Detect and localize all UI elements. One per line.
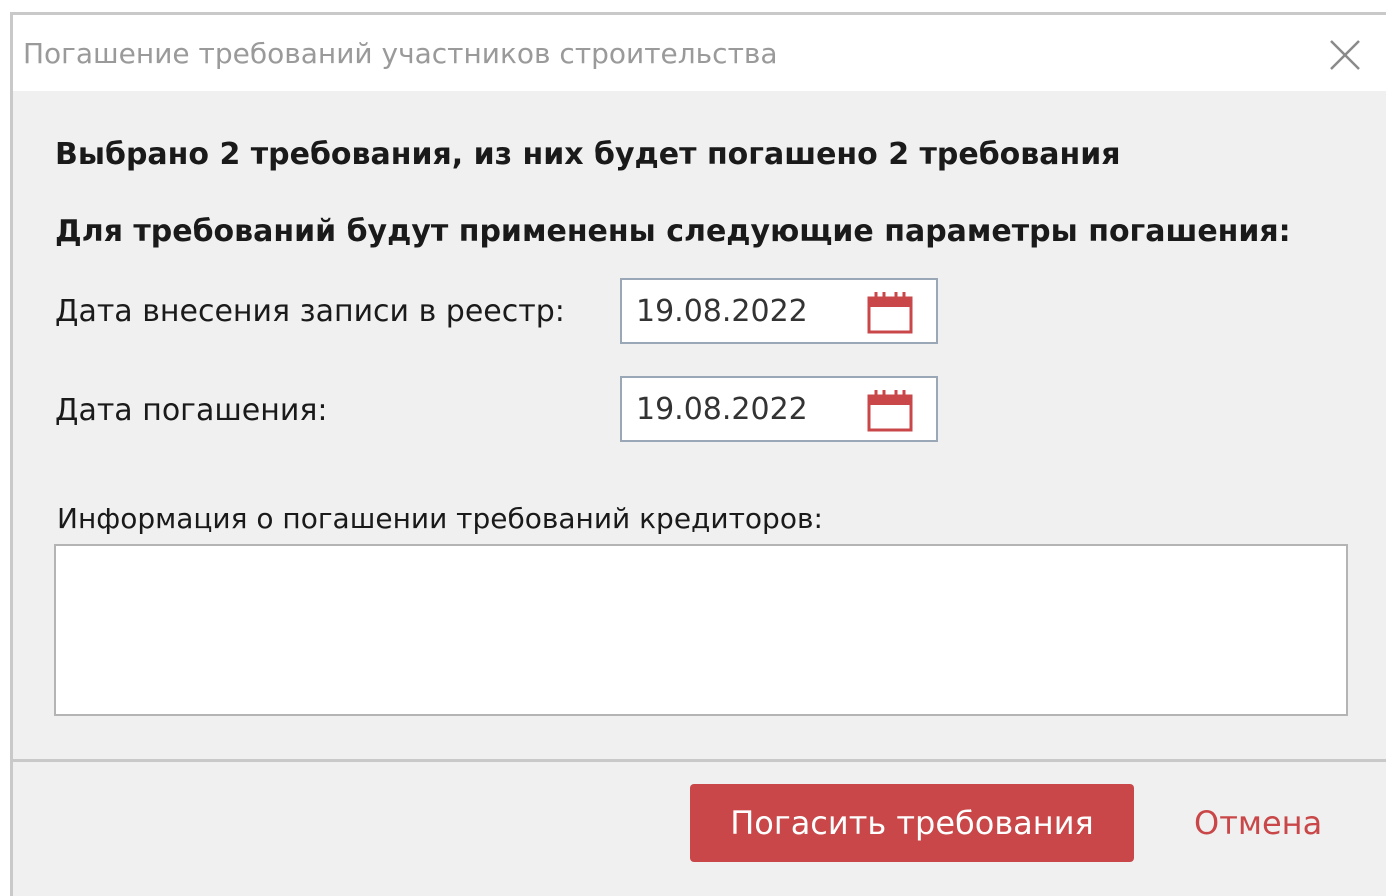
dialog-title: Погашение требований участников строител… bbox=[23, 37, 778, 70]
repayment-date-label: Дата погашения: bbox=[55, 393, 328, 428]
footer-divider bbox=[13, 759, 1386, 762]
selected-summary: Выбрано 2 требования, из них будет погаш… bbox=[55, 137, 1121, 172]
registry-date-label: Дата внесения записи в реестр: bbox=[55, 294, 565, 329]
info-label: Информация о погашении требований кредит… bbox=[57, 502, 823, 535]
params-heading: Для требований будут применены следующие… bbox=[55, 214, 1291, 249]
repay-claims-button[interactable]: Погасить требования bbox=[690, 784, 1134, 862]
calendar-icon[interactable] bbox=[866, 289, 914, 335]
cancel-button[interactable]: Отмена bbox=[1194, 804, 1322, 842]
registry-date-value: 19.08.2022 bbox=[636, 294, 808, 329]
repayment-date-field[interactable]: 19.08.2022 bbox=[620, 376, 938, 442]
repayment-dialog: Погашение требований участников строител… bbox=[10, 12, 1386, 896]
calendar-icon[interactable] bbox=[866, 387, 914, 433]
close-icon[interactable] bbox=[1323, 33, 1367, 77]
info-textarea[interactable] bbox=[54, 544, 1348, 716]
dialog-titlebar: Погашение требований участников строител… bbox=[13, 15, 1386, 91]
registry-date-field[interactable]: 19.08.2022 bbox=[620, 278, 938, 344]
repayment-date-value: 19.08.2022 bbox=[636, 392, 808, 427]
